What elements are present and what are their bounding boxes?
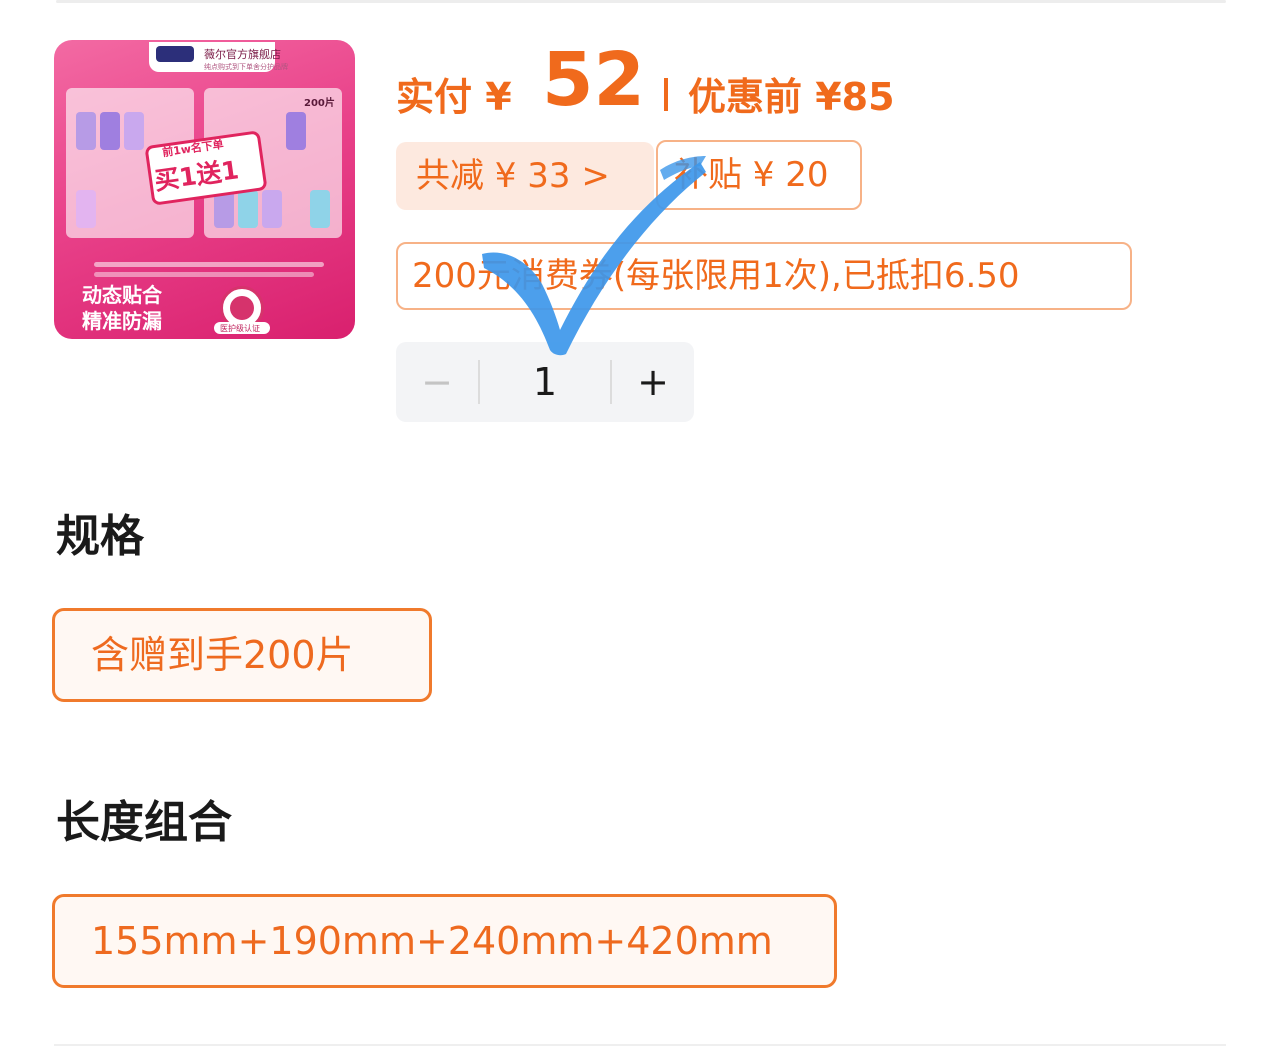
spec-option-selected[interactable]: 含赠到手200片 [52, 608, 432, 702]
subsidy-tag: 补贴 ¥ 20 [656, 140, 862, 210]
pad-illustration [76, 190, 96, 228]
slogan-line: 精准防漏 [82, 309, 162, 333]
pad-illustration [310, 190, 330, 228]
quantity-stepper: − 1 + [396, 342, 694, 422]
certification-text: 医护级认证 [220, 324, 260, 333]
quantity-value[interactable]: 1 [480, 342, 610, 422]
top-divider [56, 0, 1226, 3]
coupon-tag: 200元消费券(每张限用1次),已抵扣6.50 [396, 242, 1132, 310]
price-divider [664, 78, 668, 111]
pad-illustration [124, 112, 144, 150]
thumbnail-store-name: 薇尔官方旗舰店 [204, 48, 281, 61]
increment-button[interactable]: + [612, 342, 694, 422]
pad-illustration [100, 112, 120, 150]
length-option-selected[interactable]: 155mm+190mm+240mm+420mm [52, 894, 837, 988]
fine-print [94, 262, 324, 267]
total-discount-tag[interactable]: 共减 ¥ 33 > [396, 142, 654, 210]
decrement-button[interactable]: − [396, 342, 478, 422]
slogan-line: 动态贴合 [82, 283, 162, 307]
brand-logo [156, 46, 194, 62]
thumbnail-slogan: 动态贴合 精准防漏 [82, 282, 162, 334]
thumbnail-count-tag: 200片 [304, 98, 335, 109]
thumbnail-store-subtitle: 纯点购式到下单舍分护品牌 [204, 63, 288, 71]
pad-illustration [286, 112, 306, 150]
bottom-divider [54, 1044, 1226, 1046]
paid-price-label: 实付 ¥ [396, 75, 512, 119]
original-price: 优惠前 ¥85 [688, 75, 895, 119]
spec-section-title: 规格 [56, 511, 144, 562]
pad-illustration [262, 190, 282, 228]
pad-illustration [76, 112, 96, 150]
certification-seal-core [230, 296, 254, 320]
fine-print [94, 272, 314, 277]
product-thumbnail[interactable]: 薇尔官方旗舰店 纯点购式到下单舍分护品牌 200片 前1w名下单 买1送1 动态… [54, 40, 355, 339]
length-section-title: 长度组合 [56, 797, 232, 848]
paid-price-value: 52 [542, 37, 645, 123]
pad-illustration [238, 190, 258, 228]
